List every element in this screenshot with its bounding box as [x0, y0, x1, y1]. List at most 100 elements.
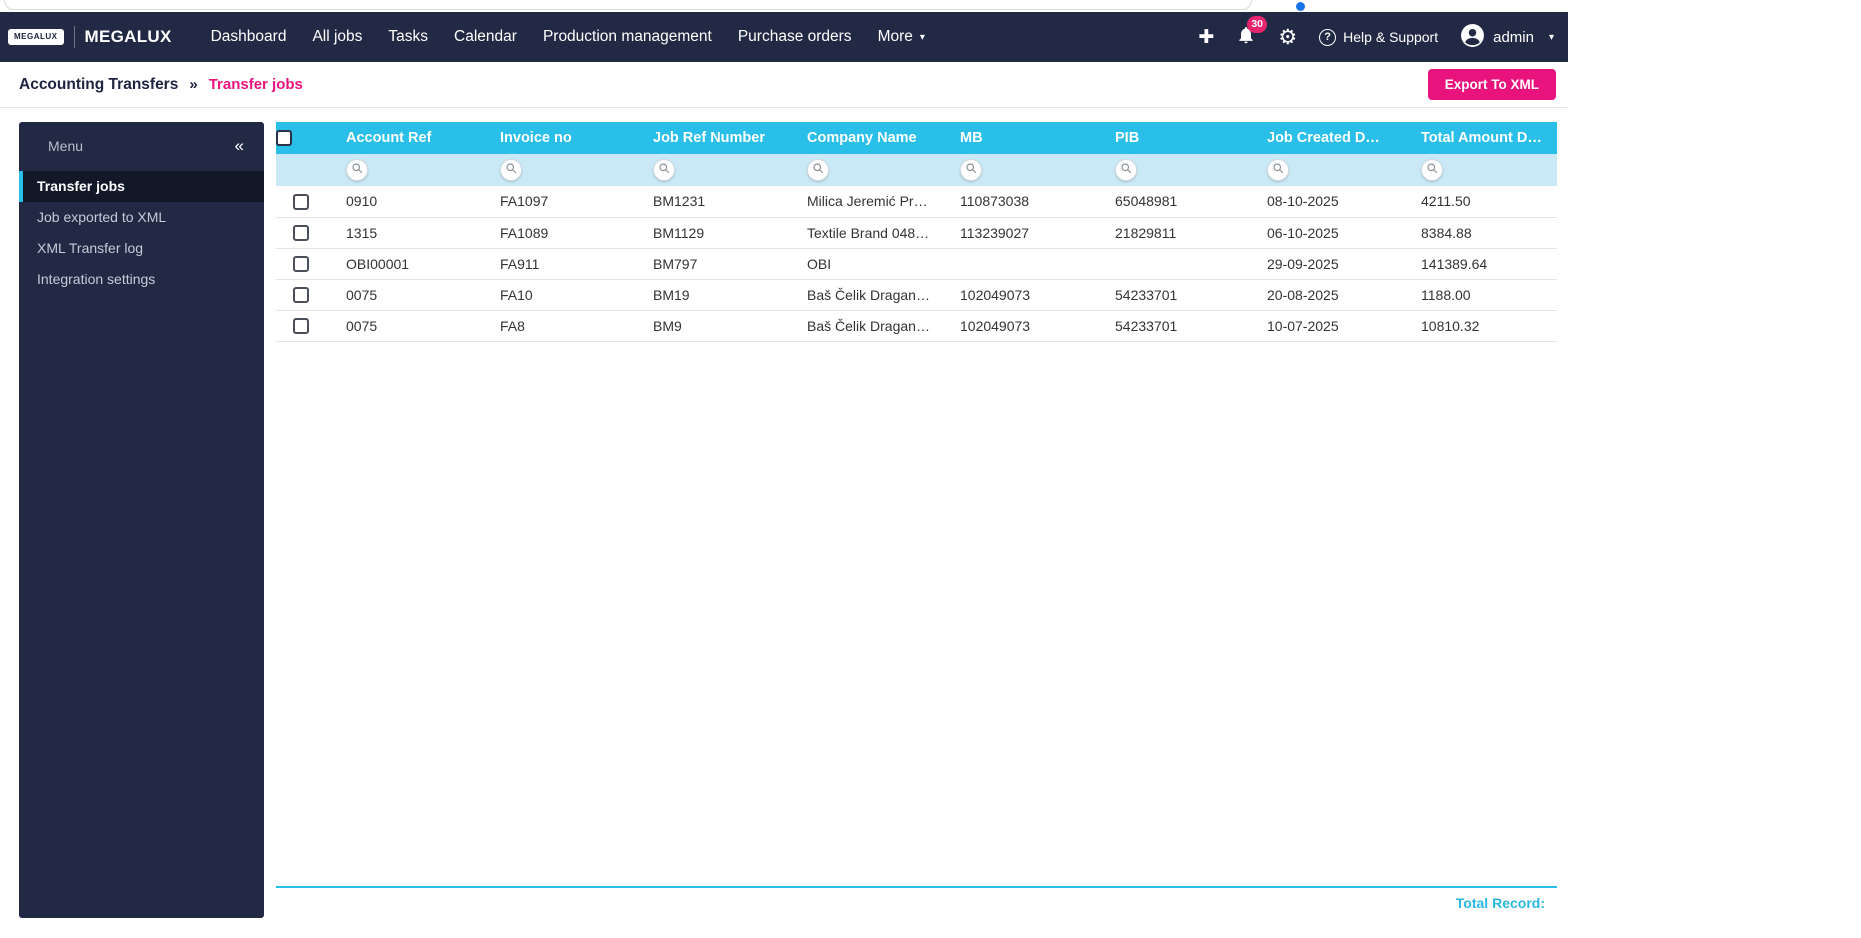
transfer-jobs-table: Account Ref Invoice no Job Ref Number Compa…: [276, 122, 1557, 342]
search-icon: [812, 161, 824, 179]
search-icon: [1426, 161, 1438, 179]
sidebar-item-label: Transfer jobs: [37, 178, 125, 194]
row-checkbox[interactable]: [293, 318, 309, 335]
table-cell: Textile Brand 048…: [787, 217, 940, 249]
sidebar-item-transfer-jobs[interactable]: Transfer jobs: [19, 171, 264, 202]
breadcrumb-parent[interactable]: Accounting Transfers: [19, 76, 178, 94]
column-header[interactable]: MB: [940, 122, 1095, 154]
sidebar-item-label: XML Transfer log: [37, 240, 144, 256]
select-all-checkbox[interactable]: [276, 130, 292, 147]
search-icon: [351, 161, 363, 179]
table-cell: 20-08-2025: [1247, 279, 1401, 311]
table-cell: [1095, 248, 1247, 280]
table-cell: BM9: [633, 310, 787, 342]
export-to-xml-button[interactable]: Export To XML: [1427, 69, 1556, 100]
column-filter[interactable]: [960, 159, 982, 181]
sidebar-item-label: Job exported to XML: [37, 209, 167, 225]
nav-item-purchase-orders[interactable]: Purchase orders: [725, 22, 865, 52]
column-filter[interactable]: [1115, 159, 1137, 181]
column-header[interactable]: Job Created D…: [1247, 122, 1401, 154]
column-header[interactable]: Invoice no: [480, 122, 633, 154]
notifications-button[interactable]: 30: [1236, 15, 1268, 50]
nav-item-more[interactable]: More ▾: [865, 22, 938, 52]
table-cell: [940, 248, 1095, 280]
nav-item-production-management[interactable]: Production management: [530, 22, 725, 52]
sidebar-header: Menu «: [19, 122, 264, 171]
breadcrumb-separator-icon: »: [189, 76, 198, 93]
column-filter-cell: [940, 154, 1095, 186]
row-checkbox[interactable]: [293, 287, 309, 304]
column-filter-cell: [326, 154, 480, 186]
search-icon: [1120, 161, 1132, 179]
sidebar-item-job-exported-to-xml[interactable]: Job exported to XML: [19, 202, 264, 233]
logo[interactable]: MEGALUX MEGALUX: [8, 26, 172, 48]
sidebar-items: Transfer jobs Job exported to XML XML Tran…: [19, 171, 264, 295]
column-filter[interactable]: [1267, 159, 1289, 181]
table-cell: 54233701: [1095, 279, 1247, 311]
nav-item-dashboard[interactable]: Dashboard: [198, 22, 300, 52]
column-filter[interactable]: [346, 159, 368, 181]
row-checkbox[interactable]: [293, 225, 309, 242]
sidebar-item-label: Integration settings: [37, 271, 156, 287]
column-filter-cell: [787, 154, 940, 186]
table-cell: OBI00001: [326, 248, 480, 280]
browser-chrome-fragment: [0, 0, 1568, 12]
column-header[interactable]: Total Amount D…: [1401, 122, 1557, 154]
column-header[interactable]: Company Name: [787, 122, 940, 154]
nav-item-label: All jobs: [312, 28, 363, 45]
nav-item-all-jobs[interactable]: All jobs: [299, 22, 375, 52]
table-cell: 06-10-2025: [1247, 217, 1401, 249]
table-row: 0075 FA8 BM9 Baš Čelik Dragan… 102049073 5423…: [276, 310, 1557, 342]
row-checkbox-cell: [276, 217, 326, 249]
row-checkbox[interactable]: [293, 193, 309, 210]
column-filter-cell: [633, 154, 787, 186]
column-filter[interactable]: [807, 159, 829, 181]
collapse-sidebar-icon[interactable]: «: [235, 137, 244, 154]
table-cell: BM797: [633, 248, 787, 280]
main-nav: Dashboard All jobs Tasks Calendar Production…: [198, 22, 938, 52]
navbar-actions: ✚ 30 ⚙ ? Help & Support admin ▾: [1198, 15, 1554, 52]
sidebar-item-xml-transfer-log[interactable]: XML Transfer log: [19, 233, 264, 264]
nav-item-label: Purchase orders: [737, 28, 852, 45]
logo-divider: [73, 26, 75, 48]
sidebar-item-integration-settings[interactable]: Integration settings: [19, 264, 264, 295]
content-area: Menu « Transfer jobs Job exported to XML X…: [0, 108, 1568, 920]
table-cell: 29-09-2025: [1247, 248, 1401, 280]
search-icon: [658, 161, 670, 179]
column-filter[interactable]: [653, 159, 675, 181]
nav-item-label: Tasks: [388, 28, 429, 45]
table-row: 1315 FA1089 BM1129 Textile Brand 048… 113239…: [276, 217, 1557, 249]
table-cell: 0075: [326, 279, 480, 311]
add-icon[interactable]: ✚: [1198, 28, 1214, 47]
user-name: admin: [1493, 28, 1534, 46]
table-cell: BM1231: [633, 186, 787, 218]
column-header[interactable]: PIB: [1095, 122, 1247, 154]
nav-item-tasks[interactable]: Tasks: [375, 22, 441, 52]
table-cell: Baš Čelik Dragan…: [787, 279, 940, 311]
row-checkbox-cell: [276, 186, 326, 218]
help-support-button[interactable]: ? Help & Support: [1319, 28, 1439, 46]
column-header[interactable]: Account Ref: [326, 122, 480, 154]
table-cell: 0910: [326, 186, 480, 218]
table-cell: 0075: [326, 310, 480, 342]
table-cell: Baš Čelik Dragan…: [787, 310, 940, 342]
user-menu[interactable]: admin ▾: [1460, 23, 1554, 52]
column-filter-cell: [1401, 154, 1557, 186]
table-row: 0910 FA1097 BM1231 Milica Jeremić Pr… 110873…: [276, 186, 1557, 218]
browser-omnibox-fragment: [4, 0, 1252, 10]
table-cell: OBI: [787, 248, 940, 280]
nav-item-calendar[interactable]: Calendar: [441, 22, 530, 52]
column-header[interactable]: Job Ref Number: [633, 122, 787, 154]
logo-badge: MEGALUX: [8, 29, 64, 45]
help-support-label: Help & Support: [1343, 29, 1439, 45]
row-checkbox[interactable]: [293, 256, 309, 273]
table-cell: 08-10-2025: [1247, 186, 1401, 218]
table-cell: BM1129: [633, 217, 787, 249]
sidebar: Menu « Transfer jobs Job exported to XML X…: [19, 122, 264, 918]
table-cell: FA911: [480, 248, 633, 280]
sidebar-title: Menu: [48, 137, 84, 154]
column-filter[interactable]: [500, 159, 522, 181]
table-cell: Milica Jeremić Pr…: [787, 186, 940, 218]
gear-icon[interactable]: ⚙: [1278, 27, 1297, 48]
column-filter[interactable]: [1421, 159, 1443, 181]
